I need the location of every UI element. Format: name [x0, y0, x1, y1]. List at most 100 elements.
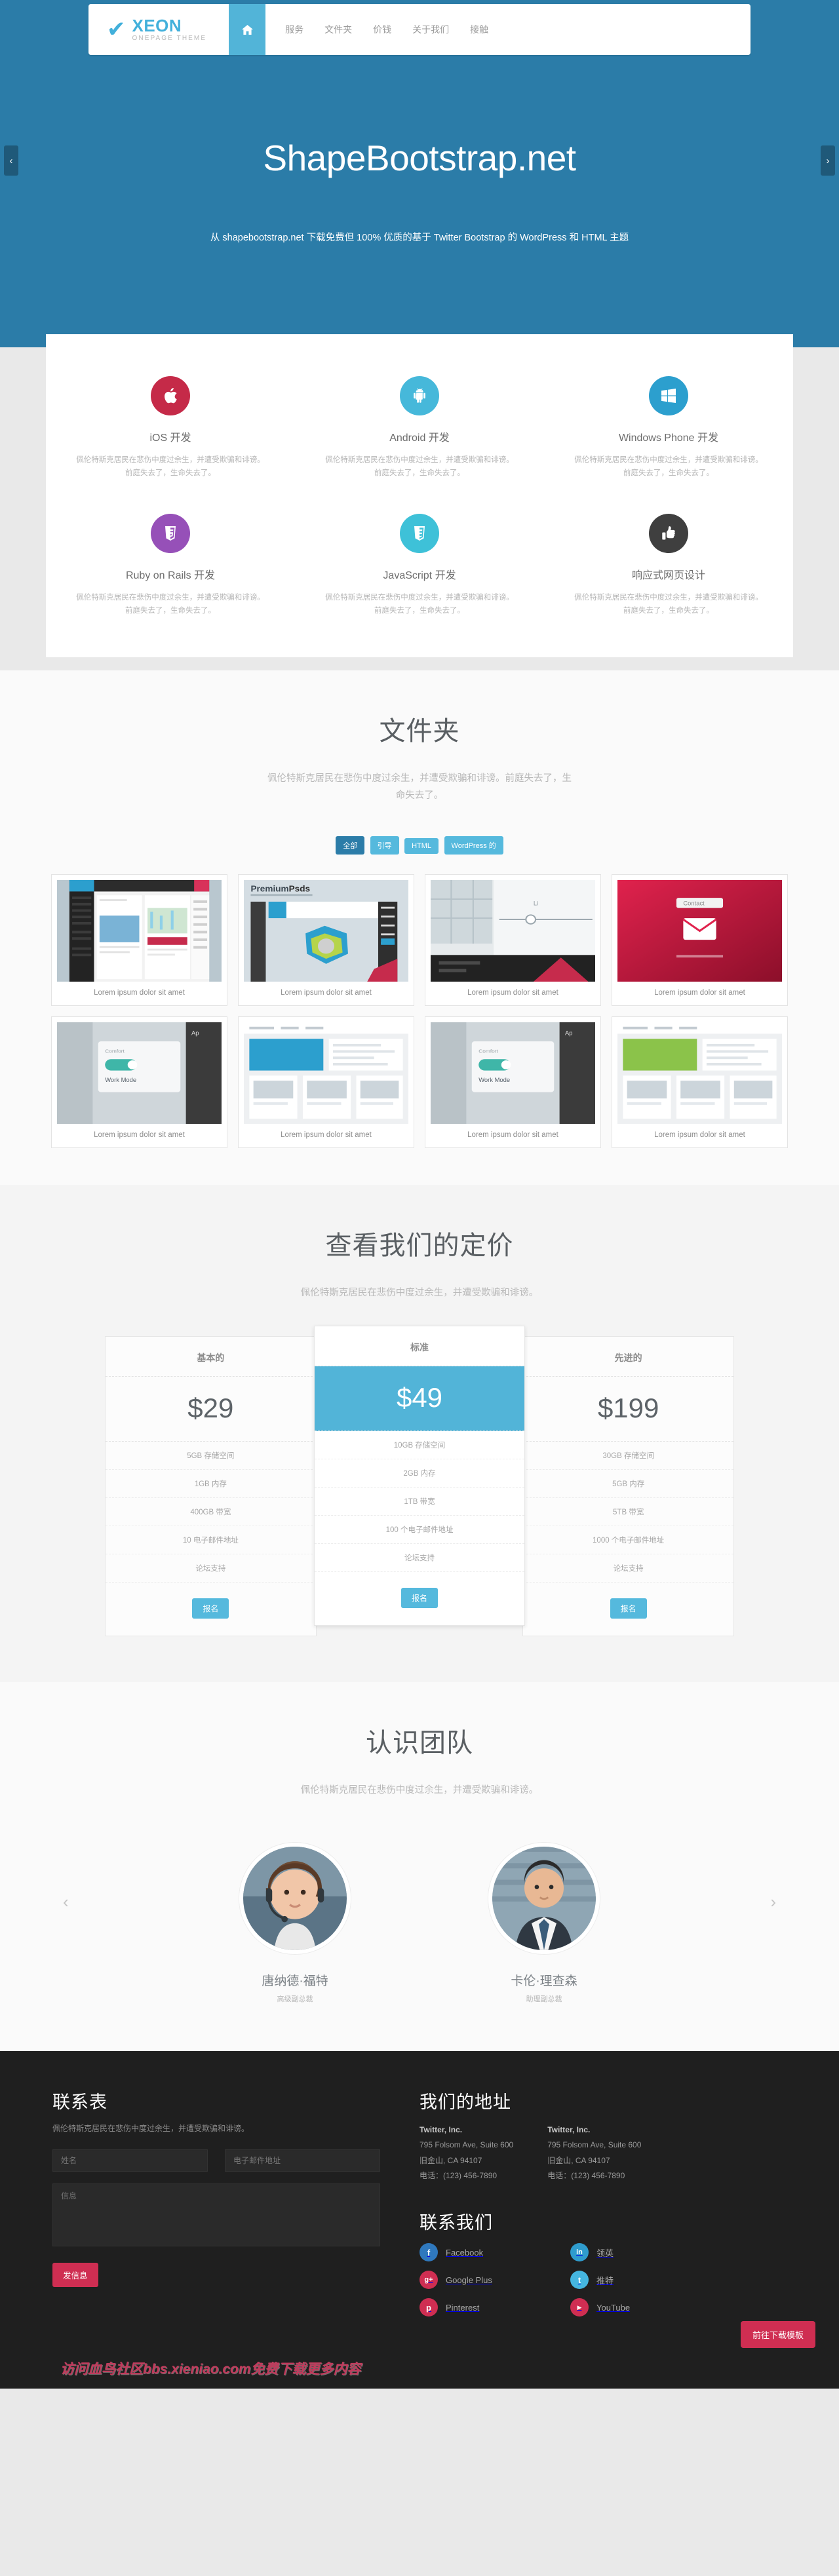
css3-icon [400, 514, 439, 554]
address-block: Twitter, Inc. 795 Folsom Ave, Suite 600 … [420, 2123, 513, 2184]
portfolio-item[interactable]: Contact Lorem ipsum dolor sit amet [612, 874, 788, 1007]
windows-icon [649, 376, 688, 415]
portfolio-subtitle: 佩伦特斯克居民在悲伤中度过余生，并遭受欺骗和诽谤。前庭失去了，生命失去了。 [267, 773, 572, 801]
portfolio-item[interactable]: Ap Comfort Work Mode Lorem ipsum dolor s… [425, 1016, 601, 1149]
plan-name: 先进的 [523, 1337, 734, 1377]
service-card-android[interactable]: Android 开发 佩伦特斯克居民在悲伤中度过余生，并遭受欺骗和诽谤。前庭失去… [295, 364, 544, 502]
portfolio-item[interactable]: Ap Comfort Work Mode Lorem ipsum dolor s… [51, 1016, 227, 1149]
email-field[interactable] [225, 2149, 380, 2172]
service-desc: 佩伦特斯克居民在悲伤中度过余生，并遭受欺骗和诽谤。前庭失去了，生命失去了。 [325, 456, 514, 478]
nav-item-pricing[interactable]: 价钱 [362, 23, 402, 36]
portfolio-item[interactable]: Li Lorem ipsum dolor sit amet [425, 874, 601, 1007]
carousel-next-icon[interactable]: › [821, 145, 835, 176]
social-label: Facebook [446, 2247, 484, 2258]
portfolio-grid: Lorem ipsum dolor sit amet PremiumPsds L… [46, 874, 793, 1149]
social-links: f Facebook in 领英 g+ Google Plus t 推特 p P… [420, 2243, 701, 2317]
service-card-ios[interactable]: iOS 开发 佩伦特斯克居民在悲伤中度过余生，并遭受欺骗和诽谤。前庭失去了，生命… [46, 364, 295, 502]
service-card-windows-phone[interactable]: Windows Phone 开发 佩伦特斯克居民在悲伤中度过余生，并遭受欺骗和诽… [544, 364, 793, 502]
nav-item-about[interactable]: 关于我们 [402, 23, 459, 36]
filter-html[interactable]: HTML [404, 838, 439, 855]
brand-logo[interactable]: ✔ XEON ONEPAGE THEME [88, 4, 229, 55]
home-icon[interactable] [229, 4, 266, 55]
service-desc: 佩伦特斯克居民在悲伤中度过余生，并遭受欺骗和诽谤。前庭失去了，生命失去了。 [574, 456, 763, 478]
svg-text:Work Mode: Work Mode [105, 1077, 136, 1083]
portfolio-caption: Lorem ipsum dolor sit amet [94, 989, 185, 997]
name-field[interactable] [52, 2149, 208, 2172]
social-link-pinterest[interactable]: p Pinterest [420, 2298, 551, 2317]
service-card-javascript[interactable]: JavaScript 开发 佩伦特斯克居民在悲伤中度过余生，并遭受欺骗和诽谤。前… [295, 502, 544, 640]
address-street: 795 Folsom Ave, Suite 600 [547, 2140, 642, 2150]
portfolio-section: 文件夹 佩伦特斯克居民在悲伤中度过余生，并遭受欺骗和诽谤。前庭失去了，生命失去了… [0, 670, 839, 1185]
message-field[interactable] [52, 2183, 380, 2246]
plan-feature: 10 电子邮件地址 [106, 1526, 316, 1554]
filter-wordpress[interactable]: WordPress 的 [444, 836, 503, 855]
service-title: JavaScript 开发 [383, 570, 456, 582]
avatar [488, 1842, 600, 1954]
team-next-icon[interactable]: › [770, 1892, 776, 1912]
plan-feature: 5GB 存储空间 [106, 1442, 316, 1470]
signup-button[interactable]: 报名 [610, 1598, 647, 1619]
pricing-section: 查看我们的定价 佩伦特斯克居民在悲伤中度过余生，并遭受欺骗和诽谤。 基本的 $2… [0, 1185, 839, 1682]
plan-feature: 10GB 存储空间 [314, 1431, 525, 1459]
social-link-facebook[interactable]: f Facebook [420, 2243, 551, 2262]
filter-all[interactable]: 全部 [336, 836, 365, 855]
portfolio-item[interactable]: PremiumPsds Lorem ipsum dolor sit amet [238, 874, 414, 1007]
team-member-role: 助理副总裁 [526, 1995, 562, 2003]
service-card-responsive[interactable]: 响应式网页设计 佩伦特斯克居民在悲伤中度过余生，并遭受欺骗和诽谤。前庭失去了，生… [544, 502, 793, 640]
service-desc: 佩伦特斯克居民在悲伤中度过余生，并遭受欺骗和诽谤。前庭失去了，生命失去了。 [325, 594, 514, 615]
signup-button[interactable]: 报名 [192, 1598, 229, 1619]
team-subtitle: 佩伦特斯克居民在悲伤中度过余生，并遭受欺骗和诽谤。 [300, 1784, 539, 1796]
portfolio-thumbnail [244, 1022, 408, 1125]
signup-button[interactable]: 报名 [401, 1587, 439, 1608]
portfolio-item[interactable]: Lorem ipsum dolor sit amet [51, 874, 227, 1007]
download-template-button[interactable]: 前往下载模板 [740, 2321, 815, 2349]
team-member-name: 卡伦·理查森 [511, 1974, 577, 1988]
team-member[interactable]: 唐纳德·福特 高级副总裁 [216, 1842, 374, 2004]
plan-feature: 1GB 内存 [106, 1470, 316, 1498]
social-link-twitter[interactable]: t 推特 [570, 2271, 701, 2290]
plan-feature: 论坛支持 [523, 1554, 734, 1583]
portfolio-thumbnail: Li [431, 880, 595, 982]
portfolio-item[interactable]: Lorem ipsum dolor sit amet [238, 1016, 414, 1149]
googleplus-icon: g+ [420, 2271, 438, 2290]
address-city: 旧金山, CA 94107 [547, 2155, 610, 2165]
portfolio-thumbnail [617, 1022, 782, 1125]
send-message-button[interactable]: 发信息 [52, 2262, 98, 2287]
plan-name: 基本的 [106, 1337, 316, 1377]
service-title: 响应式网页设计 [631, 570, 705, 582]
hero-content: ShapeBootstrap.net 从 shapebootstrap.net … [0, 55, 839, 244]
brand-tagline: ONEPAGE THEME [132, 35, 207, 43]
social-link-googleplus[interactable]: g+ Google Plus [420, 2271, 551, 2290]
twitter-icon: t [570, 2271, 589, 2290]
team-prev-icon[interactable]: ‹ [63, 1892, 69, 1912]
social-label: 领英 [596, 2248, 614, 2258]
nav-item-services[interactable]: 服务 [275, 23, 314, 36]
services-row-2: Ruby on Rails 开发 佩伦特斯克居民在悲伤中度过余生，并遭受欺骗和诽… [46, 502, 793, 640]
pricing-plans: 基本的 $29 5GB 存储空间 1GB 内存 400GB 带宽 10 电子邮件… [46, 1325, 793, 1636]
nav-item-contact[interactable]: 接触 [459, 23, 499, 36]
service-title: Windows Phone 开发 [618, 433, 719, 444]
address-company: Twitter, Inc. [420, 2124, 463, 2134]
plan-feature: 100 个电子邮件地址 [314, 1516, 525, 1544]
carousel-prev-icon[interactable]: ‹ [4, 145, 18, 176]
portfolio-thumbnail: Contact [617, 880, 782, 982]
plan-feature: 30GB 存储空间 [523, 1442, 734, 1470]
portfolio-thumbnail: PremiumPsds [244, 880, 408, 982]
svg-text:Comfort: Comfort [105, 1048, 125, 1054]
portfolio-item[interactable]: Lorem ipsum dolor sit amet [612, 1016, 788, 1149]
portfolio-caption: Lorem ipsum dolor sit amet [654, 1131, 745, 1140]
social-label: Google Plus [446, 2275, 492, 2285]
nav-item-portfolio[interactable]: 文件夹 [314, 23, 362, 36]
team-member[interactable]: 卡伦·理查森 助理副总裁 [465, 1842, 623, 2004]
social-link-linkedin[interactable]: in 领英 [570, 2243, 701, 2262]
pricing-subtitle: 佩伦特斯克居民在悲伤中度过余生，并遭受欺骗和诽谤。 [300, 1288, 539, 1299]
social-link-youtube[interactable]: ▶ YouTube [570, 2298, 701, 2317]
team-section: 认识团队 佩伦特斯克居民在悲伤中度过余生，并遭受欺骗和诽谤。 ‹ › 唐纳德·福… [0, 1682, 839, 2051]
plan-features: 30GB 存储空间 5GB 内存 5TB 带宽 1000 个电子邮件地址 论坛支… [523, 1442, 734, 1583]
plan-features: 10GB 存储空间 2GB 内存 1TB 带宽 100 个电子邮件地址 论坛支持 [314, 1431, 525, 1572]
service-card-rails[interactable]: Ruby on Rails 开发 佩伦特斯克居民在悲伤中度过余生，并遭受欺骗和诽… [46, 502, 295, 640]
filter-bootstrap[interactable]: 引导 [370, 836, 399, 855]
address-phone: 电话：(123) 456-7890 [420, 2170, 498, 2180]
service-title: Ruby on Rails 开发 [125, 570, 216, 582]
check-icon: ✔ [107, 17, 126, 42]
